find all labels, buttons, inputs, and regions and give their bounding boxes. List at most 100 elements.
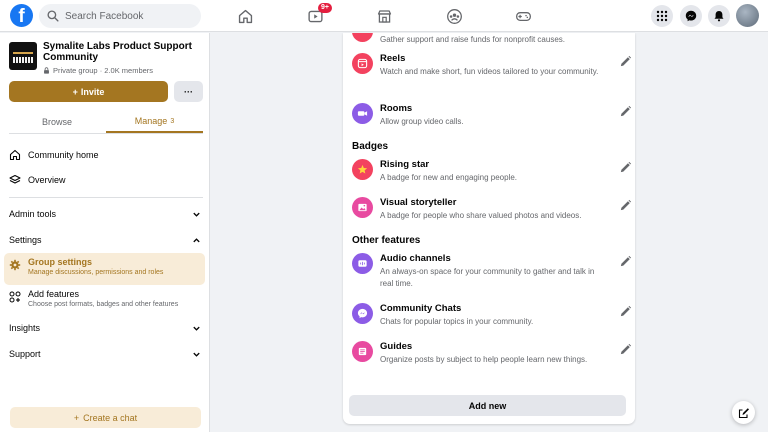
search-icon	[47, 10, 59, 22]
create-chat-label: Create a chat	[83, 412, 138, 423]
edit-pencil-icon[interactable]	[619, 343, 632, 356]
badges-heading: Badges	[352, 141, 389, 152]
marketplace-icon[interactable]	[374, 7, 394, 25]
audio-channel-icon	[352, 253, 373, 274]
admin-tools-label: Admin tools	[9, 209, 57, 219]
invite-button[interactable]: + Invite	[9, 81, 168, 102]
notifications-bell-icon[interactable]	[708, 5, 730, 27]
add-features-icon	[9, 291, 21, 303]
feature-rooms[interactable]: Rooms Allow group video calls.	[352, 103, 632, 133]
feature-reels-description: Watch and make short, fun videos tailore…	[380, 67, 599, 76]
feature-guides-description: Organize posts by subject to help people…	[380, 355, 588, 364]
tab-manage[interactable]: Manage 3	[106, 111, 203, 133]
chevron-down-icon	[193, 326, 200, 331]
add-features-item[interactable]: Add features Choose post formats, badges…	[4, 285, 205, 315]
gaming-icon[interactable]	[513, 7, 533, 25]
group-privacy-meta: Private group · 2.0K members	[43, 66, 153, 75]
group-sidebar: Symalite Labs Product Support Community …	[0, 33, 210, 432]
group-settings-item[interactable]: Group settings Manage discussions, permi…	[4, 253, 205, 285]
chevron-up-icon	[193, 237, 200, 242]
tab-manage-count: 3	[170, 117, 175, 125]
chevron-down-icon	[193, 352, 200, 357]
create-chat-button[interactable]: + Create a chat	[10, 407, 201, 428]
edit-pencil-icon[interactable]	[619, 161, 632, 174]
support-label: Support	[9, 349, 41, 359]
other-features-heading: Other features	[352, 235, 421, 246]
star-icon	[352, 159, 373, 180]
overview-label: Overview	[28, 175, 66, 185]
notification-badge: 9+	[318, 3, 332, 13]
feature-reels[interactable]: Reels Watch and make short, fun videos t…	[352, 53, 632, 93]
tab-browse-label: Browse	[41, 117, 72, 127]
search-input[interactable]	[65, 10, 195, 22]
sidebar-tabs: Browse Manage 3	[9, 111, 203, 133]
add-new-button[interactable]: Add new	[349, 395, 626, 416]
admin-tools-section[interactable]: Admin tools	[9, 209, 201, 219]
plus-icon: +	[72, 86, 78, 97]
feature-community-chats-title: Community Chats	[380, 303, 462, 314]
edit-pencil-icon[interactable]	[619, 305, 632, 318]
chevron-down-icon	[193, 212, 200, 217]
top-navigation-bar: f 9+	[0, 0, 768, 32]
add-features-subtitle: Choose post formats, badges and other fe…	[28, 301, 179, 308]
compose-icon	[738, 407, 749, 418]
feature-audio-channels[interactable]: Audio channels An always-on space for yo…	[352, 253, 632, 293]
add-features-title: Add features	[28, 289, 80, 299]
badge-rising-star-description: A badge for new and engaging people.	[380, 173, 518, 182]
edit-pencil-icon[interactable]	[619, 199, 632, 212]
group-logo[interactable]	[9, 42, 37, 70]
lock-icon	[44, 67, 49, 74]
insights-section[interactable]: Insights	[9, 323, 201, 333]
group-settings-title: Group settings	[28, 257, 93, 267]
group-name[interactable]: Symalite Labs Product Support Community	[43, 41, 205, 63]
settings-section[interactable]: Settings	[9, 235, 201, 245]
badge-rising-star-title: Rising star	[380, 159, 430, 170]
messenger-icon[interactable]	[680, 5, 702, 27]
settings-label: Settings	[9, 235, 42, 245]
feature-community-chats-description: Chats for popular topics in your communi…	[380, 317, 534, 326]
feature-community-chats[interactable]: Community Chats Chats for popular topics…	[352, 303, 632, 333]
reels-icon	[352, 53, 373, 74]
feature-audio-channels-title: Audio channels	[380, 253, 451, 264]
badge-visual-storyteller-description: A badge for people who share valued phot…	[380, 211, 582, 220]
tab-manage-label: Manage	[134, 116, 168, 126]
group-meta-text: Private group · 2.0K members	[53, 66, 154, 75]
overview-link[interactable]: Overview	[9, 174, 203, 186]
messenger-icon	[352, 303, 373, 324]
features-card: Gather support and raise funds for nonpr…	[343, 33, 635, 424]
feature-guides-title: Guides	[380, 341, 413, 352]
feature-rooms-title: Rooms	[380, 103, 413, 114]
guides-icon	[352, 341, 373, 362]
profile-avatar[interactable]	[736, 4, 759, 27]
more-options-button[interactable]: ···	[174, 81, 203, 102]
photo-icon	[352, 197, 373, 218]
facebook-logo[interactable]: f	[10, 4, 33, 27]
tab-browse[interactable]: Browse	[9, 111, 105, 133]
feature-fundraisers-description: Gather support and raise funds for nonpr…	[380, 35, 565, 44]
groups-icon[interactable]	[444, 7, 464, 25]
home-icon[interactable]	[235, 7, 255, 25]
edit-pencil-icon[interactable]	[619, 255, 632, 268]
layers-icon	[9, 174, 21, 184]
edit-pencil-icon[interactable]	[619, 105, 632, 118]
invite-label: Invite	[80, 86, 105, 97]
search-box[interactable]	[39, 4, 201, 28]
home-icon	[9, 149, 21, 161]
menu-grid-icon[interactable]	[651, 5, 673, 27]
edit-pencil-icon[interactable]	[619, 55, 632, 68]
plus-icon: +	[73, 412, 80, 423]
sidebar-divider	[9, 197, 203, 198]
badge-visual-storyteller-title: Visual storyteller	[380, 197, 457, 208]
community-home-label: Community home	[28, 150, 99, 160]
feature-audio-channels-description: An always-on space for your community to…	[380, 267, 595, 288]
new-message-button[interactable]	[732, 401, 755, 424]
support-section[interactable]: Support	[9, 349, 201, 359]
feature-guides[interactable]: Guides Organize posts by subject to help…	[352, 341, 632, 381]
community-home-link[interactable]: Community home	[9, 149, 203, 161]
tabs-divider	[9, 133, 203, 134]
badge-rising-star[interactable]: Rising star A badge for new and engaging…	[352, 159, 632, 189]
feature-rooms-description: Allow group video calls.	[380, 117, 464, 126]
fundraiser-icon	[352, 33, 373, 42]
rooms-video-icon	[352, 103, 373, 124]
badge-visual-storyteller[interactable]: Visual storyteller A badge for people wh…	[352, 197, 632, 227]
